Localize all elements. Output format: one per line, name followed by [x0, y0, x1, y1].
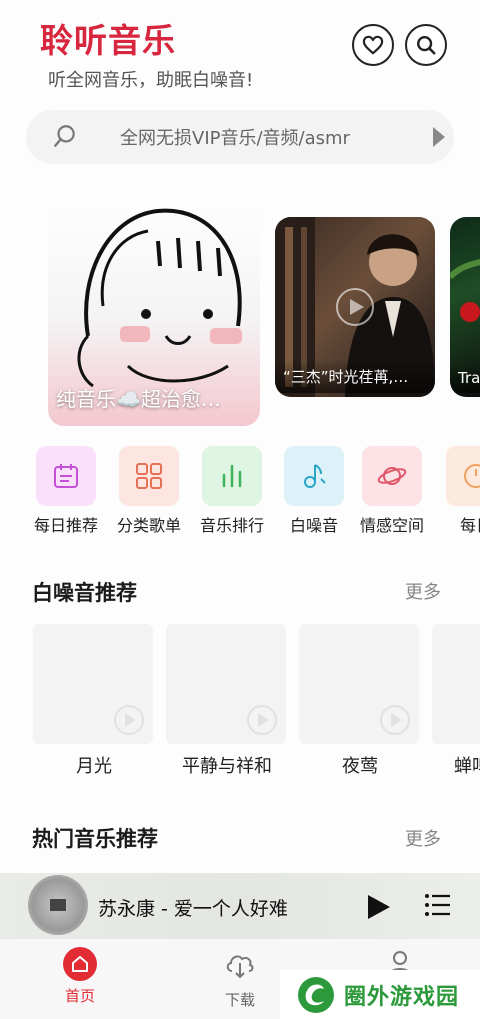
watermark: 圈外游戏园 [280, 970, 480, 1019]
cloud-download-icon [226, 955, 254, 979]
now-playing-title[interactable]: 苏永康 - 爱一个人好难 [98, 894, 288, 921]
category-daily-2[interactable]: 每日 [437, 446, 480, 536]
watermark-text: 圈外游戏园 [344, 984, 460, 1010]
home-icon [72, 956, 88, 972]
category-label: 白噪音 [289, 516, 338, 535]
tab-home[interactable]: 首页 [45, 947, 115, 1006]
banner-caption: Tra [450, 363, 480, 393]
header: 聆听音乐 听全网音乐，助眠白噪音! [0, 0, 480, 110]
category-charts[interactable]: 音乐排行 [193, 446, 271, 536]
white-noise-item[interactable]: 平静与祥和 [166, 624, 288, 778]
category-tile [446, 446, 480, 506]
category-tile [202, 446, 262, 506]
white-noise-more-link[interactable]: 更多 [405, 578, 441, 604]
white-noise-label: 月光 [76, 756, 112, 777]
category-emotion[interactable]: 情感空间 [353, 446, 431, 536]
app-subtitle: 听全网音乐，助眠白噪音! [48, 70, 254, 91]
white-noise-item[interactable]: 夜莺 [299, 624, 421, 778]
category-white-noise[interactable]: 白噪音 [275, 446, 353, 536]
mini-player[interactable]: 苏永康 - 爱一个人好难 [0, 873, 480, 939]
bar-chart-icon [222, 464, 242, 488]
white-noise-row: 月光 平静与祥和 夜莺 蝉鸣 [0, 624, 480, 784]
white-noise-thumb [166, 624, 286, 744]
white-noise-title: 白噪音推荐 [32, 581, 137, 605]
banner-carousel[interactable]: 纯音乐☁️超治愈… “三杰”时光荏苒,… Tra [0, 186, 480, 426]
category-tile [36, 446, 96, 506]
app-title: 聆听音乐 [40, 21, 176, 60]
tab-download-label: 下载 [224, 991, 255, 1009]
play-circle-icon [380, 705, 410, 735]
banner-card[interactable]: “三杰”时光荏苒,… [275, 217, 435, 397]
banner-card[interactable]: 纯音乐☁️超治愈… [48, 186, 260, 426]
white-noise-label: 平静与祥和 [182, 756, 272, 777]
search-bar-icon [54, 125, 75, 147]
white-noise-thumb [299, 624, 419, 744]
play-arrow-icon [433, 127, 445, 147]
white-noise-item[interactable]: 蝉鸣 [432, 624, 480, 778]
category-tile [119, 446, 179, 506]
hot-music-more-link[interactable]: 更多 [405, 825, 441, 851]
category-tile [284, 446, 344, 506]
banner-caption: 纯音乐☁️超治愈… [56, 387, 221, 411]
white-noise-thumb [33, 624, 153, 744]
tab-download[interactable]: 下载 [205, 947, 275, 1010]
search-button[interactable] [405, 24, 447, 66]
category-label: 音乐排行 [199, 516, 264, 535]
category-label: 每日推荐 [33, 516, 98, 535]
hot-music-title: 热门音乐推荐 [32, 827, 158, 851]
category-label: 情感空间 [359, 516, 424, 535]
category-daily[interactable]: 每日推荐 [27, 446, 105, 536]
grid-icon [136, 463, 162, 489]
planet-icon [377, 467, 407, 485]
playlist-icon[interactable] [424, 891, 452, 919]
banner-card[interactable]: Tra [450, 217, 480, 397]
play-circle-icon [114, 705, 144, 735]
album-cover [50, 899, 66, 911]
white-noise-label: 夜莺 [342, 756, 378, 777]
category-row: 每日推荐 分类歌单 音乐排行 白噪音 情感空间 每 [0, 446, 480, 541]
category-label: 分类歌单 [116, 516, 181, 535]
search-placeholder: 全网无损VIP音乐/音频/asmr [120, 128, 350, 149]
white-noise-thumb [432, 624, 480, 744]
white-noise-item[interactable]: 月光 [33, 624, 155, 778]
category-tile [362, 446, 422, 506]
watermark-logo-icon [298, 976, 334, 1013]
banner-caption: “三杰”时光荏苒,… [275, 360, 435, 393]
favorite-button[interactable] [352, 24, 394, 66]
home-icon-bg [63, 947, 97, 981]
search-bar[interactable]: 全网无损VIP音乐/音频/asmr [26, 110, 454, 164]
album-disc[interactable] [28, 875, 88, 935]
calendar-icon [54, 464, 78, 488]
category-label: 每日 [459, 516, 480, 535]
heart-icon [362, 35, 384, 55]
play-circle-icon [247, 705, 277, 735]
clock-icon [464, 464, 480, 488]
play-icon[interactable] [366, 893, 392, 921]
tab-home-label: 首页 [64, 987, 95, 1005]
white-noise-label: 蝉鸣 [454, 756, 480, 777]
play-circle-icon [336, 288, 374, 326]
category-playlists[interactable]: 分类歌单 [110, 446, 188, 536]
search-icon [417, 36, 436, 55]
music-note-icon [304, 464, 326, 488]
